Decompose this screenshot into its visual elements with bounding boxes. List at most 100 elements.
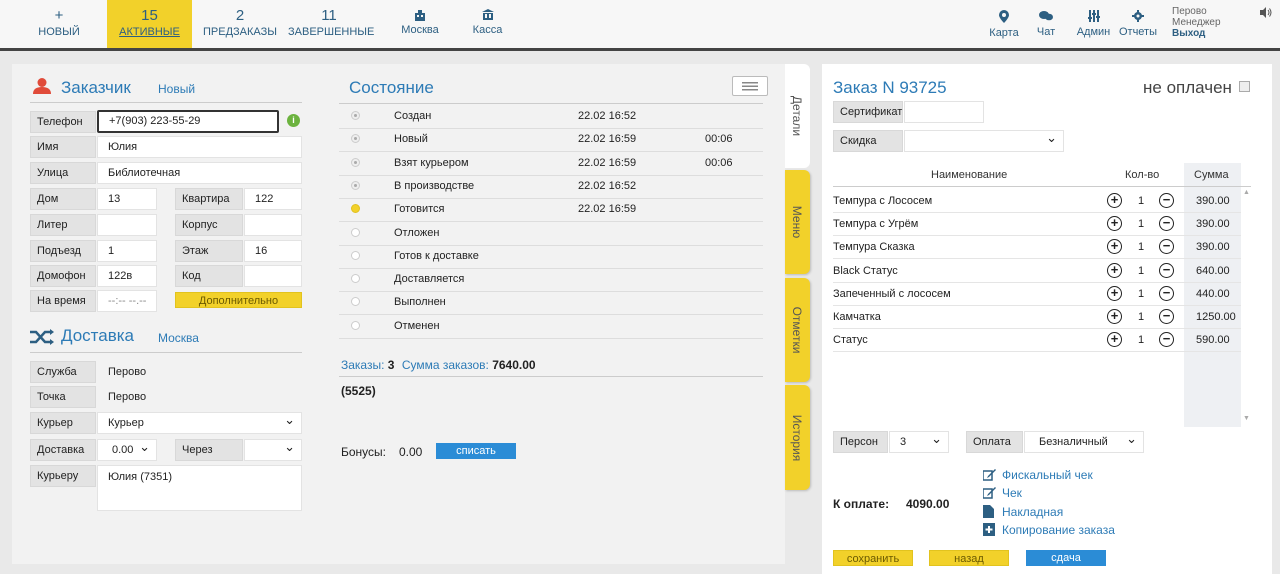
status-radio[interactable] (351, 320, 360, 330)
via-select[interactable] (244, 437, 302, 461)
order-item-row: Black Статус +1 −640.00 (833, 259, 1241, 283)
minus-icon[interactable]: − (1159, 262, 1174, 278)
city-button[interactable]: Москва (390, 0, 450, 48)
minus-icon[interactable]: − (1159, 193, 1174, 208)
courier-select[interactable]: Курьер (97, 410, 302, 434)
entrance-input[interactable]: 1 (97, 240, 157, 262)
status-radio[interactable] (351, 180, 360, 190)
top-bar: + НОВЫЙ 15 АКТИВНЫЕ 2 ПРЕДЗАКАЗЫ 11 ЗАВЕ… (0, 0, 1280, 51)
name-input[interactable]: Юлия (97, 136, 302, 158)
payment-select[interactable]: Безналичный (1024, 429, 1144, 453)
minus-icon[interactable]: − (1159, 216, 1174, 232)
tab-marks[interactable]: Отметки (785, 278, 810, 382)
status-radio[interactable] (351, 111, 360, 120)
minus-icon[interactable]: − (1159, 332, 1174, 348)
status-radio[interactable] (351, 204, 360, 214)
copy-order-link[interactable]: Копирование заказа (1002, 523, 1115, 537)
time-input[interactable]: --:-- --.-- (97, 290, 157, 312)
admin-button[interactable]: Админ (1076, 0, 1111, 48)
order-item-row: Камчатка +1 −1250.00 (833, 306, 1241, 329)
code-input[interactable] (244, 265, 302, 287)
building-input[interactable] (244, 214, 302, 236)
back-button[interactable]: назад (929, 550, 1009, 566)
logout-link[interactable]: Выход (1172, 28, 1221, 39)
discount-select[interactable] (904, 128, 1064, 152)
save-button[interactable]: сохранить (833, 550, 913, 566)
status-radio[interactable] (351, 134, 360, 144)
apartment-input[interactable]: 122 (244, 188, 302, 210)
map-button[interactable]: Карта (985, 0, 1023, 48)
status-row[interactable]: Отменен (339, 316, 763, 339)
item-qty: 1 (1138, 218, 1145, 231)
shuffle-icon (30, 329, 54, 348)
status-name: Выполнен (394, 296, 446, 309)
status-row[interactable]: Отложен (339, 223, 763, 246)
plus-icon[interactable]: + (1107, 239, 1122, 255)
status-radio[interactable] (351, 297, 360, 307)
street-input[interactable]: Библиотечная (97, 162, 302, 184)
invoice-link[interactable]: Накладная (1002, 505, 1063, 519)
plus-icon[interactable]: + (1107, 285, 1122, 301)
receipt-link[interactable]: Чек (1002, 486, 1022, 500)
intercom-input[interactable]: 122в (97, 265, 157, 287)
menu-icon[interactable] (732, 76, 768, 96)
phone-input[interactable]: +7(903) 223-55-29 (97, 110, 279, 133)
status-row[interactable]: Создан 22.02 16:52 (339, 106, 763, 129)
status-row[interactable]: Выполнен (339, 292, 763, 316)
minus-icon[interactable]: − (1159, 239, 1174, 255)
tab-details[interactable]: Детали (785, 64, 810, 168)
sliders-icon (1076, 10, 1111, 24)
sound-icon[interactable] (1260, 7, 1272, 21)
tab-menu[interactable]: Меню (785, 170, 810, 274)
status-row[interactable]: Доставляется (339, 269, 763, 293)
tab-active-orders[interactable]: 15 АКТИВНЫЕ (107, 0, 192, 48)
plus-icon[interactable]: + (1107, 262, 1122, 278)
scroll-down-icon[interactable]: ▼ (1243, 415, 1250, 422)
item-sum: 590.00 (1184, 329, 1241, 352)
status-row[interactable]: Взят курьером 22.02 16:59 00:06 (339, 153, 763, 176)
plus-icon[interactable]: + (1107, 309, 1122, 324)
edit-icon (982, 468, 996, 481)
plus-icon[interactable]: + (1107, 216, 1122, 232)
courier-note-textarea[interactable]: Юлия (7351) (97, 465, 302, 511)
item-name: Темпура Сказка (833, 241, 915, 254)
chat-button[interactable]: Чат (1031, 0, 1061, 48)
plus-icon[interactable]: + (1107, 193, 1122, 208)
fiscal-receipt-link[interactable]: Фискальный чек (1002, 468, 1093, 482)
reports-button[interactable]: Отчеты (1116, 0, 1160, 48)
liter-input[interactable] (97, 214, 157, 236)
minus-icon[interactable]: − (1159, 309, 1174, 324)
status-row[interactable]: В производстве 22.02 16:52 (339, 176, 763, 199)
delivery-fee-select[interactable]: 0.00 (97, 437, 157, 461)
status-row[interactable]: Готов к доставке (339, 246, 763, 269)
document-icon[interactable] (1239, 81, 1250, 92)
write-off-bonus-button[interactable]: списать (436, 443, 516, 459)
minus-icon[interactable]: − (1159, 285, 1174, 301)
tab-preorders[interactable]: 2 ПРЕДЗАКАЗЫ (200, 0, 280, 48)
plus-icon[interactable]: + (1107, 332, 1122, 348)
status-radio[interactable] (351, 274, 360, 284)
info-icon[interactable]: i (287, 114, 300, 127)
floor-input[interactable]: 16 (244, 240, 302, 262)
change-button[interactable]: сдача (1026, 550, 1106, 566)
item-name: Темпура с Угрём (833, 218, 919, 231)
items-scrollbar[interactable]: ▲ ▼ (1241, 187, 1251, 427)
status-radio[interactable] (351, 227, 360, 237)
new-order-button[interactable]: + НОВЫЙ (24, 0, 94, 48)
persons-select[interactable]: 3 (889, 429, 949, 453)
item-sum: 390.00 (1184, 236, 1241, 259)
status-row[interactable]: Готовится 22.02 16:59 (339, 199, 763, 223)
cash-button[interactable]: Касса (465, 0, 510, 48)
house-input[interactable]: 13 (97, 188, 157, 210)
status-radio[interactable] (351, 250, 360, 260)
certificate-input[interactable] (904, 101, 984, 123)
tab-history[interactable]: История (785, 385, 810, 490)
tab-completed[interactable]: 11 ЗАВЕРШЕННЫЕ (288, 0, 374, 48)
status-row[interactable]: Новый 22.02 16:59 00:06 (339, 129, 763, 153)
status-time: 22.02 16:52 (578, 179, 637, 192)
customer-status: Новый (158, 82, 196, 96)
user-info: Перово Менеджер Выход (1172, 6, 1221, 39)
additional-button[interactable]: Дополнительно (175, 292, 302, 308)
scroll-up-icon[interactable]: ▲ (1243, 189, 1250, 196)
status-radio[interactable] (351, 157, 360, 167)
